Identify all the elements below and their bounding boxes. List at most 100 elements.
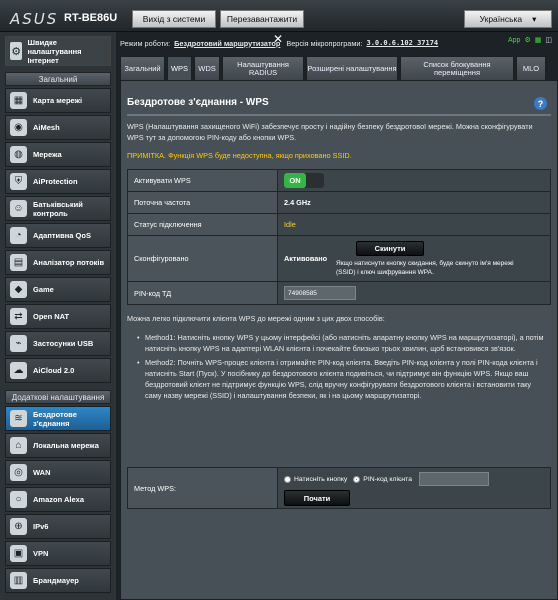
sidebar-item-label: AiMesh: [33, 123, 60, 132]
wan-icon: ◎: [10, 464, 27, 481]
wps-panel: Бездротове з'єднання - WPS ? WPS (Налашт…: [120, 80, 558, 600]
sidebar-item-open-nat[interactable]: ⇄ Open NAT: [5, 304, 111, 329]
mode-value-link[interactable]: Бездротовий маршрутизатор: [174, 39, 280, 48]
wps-method-table: Метод WPS: Натисніть кнопку PIN-код кліє…: [127, 467, 551, 509]
lan-icon: ⌂: [10, 437, 27, 454]
sidebar-item-firewall[interactable]: ▥ Брандмауер: [5, 568, 111, 593]
tab-wds[interactable]: WDS: [194, 56, 220, 80]
table-row: Статус підключення Idle: [128, 214, 550, 236]
close-icon[interactable]: ✕: [271, 32, 285, 46]
sidebar-item-wan[interactable]: ◎ WAN: [5, 460, 111, 485]
sidebar-item-aicloud[interactable]: ☁ AiCloud 2.0: [5, 358, 111, 383]
aicloud-icon: ☁: [10, 362, 27, 379]
sidebar-item-label: VPN: [33, 549, 49, 558]
app-label[interactable]: App: [508, 37, 520, 44]
sidebar-item-vpn[interactable]: ▣ VPN: [5, 541, 111, 566]
sidebar-item-game[interactable]: ◆ Game: [5, 277, 111, 302]
frequency-value: 2.4 GHz: [278, 192, 550, 213]
aiprotection-icon: ⛨: [10, 173, 27, 190]
tab-roaming-block-list[interactable]: Список блокування переміщення: [400, 56, 514, 80]
firmware-value-link[interactable]: 3.0.0.6.102_37174: [367, 39, 439, 47]
firmware-label: Версія мікропрограми:: [286, 38, 363, 48]
traffic-analyzer-icon: ▤: [10, 254, 27, 271]
quick-setup-icon: ⚙: [10, 42, 23, 60]
sidebar-item-lan[interactable]: ⌂ Локальна мережа: [5, 433, 111, 458]
push-button-option-label: Натисніть кнопку: [294, 475, 348, 483]
status-bar: Режим роботи: Бездротовий маршрутизатор …: [120, 36, 558, 50]
chevron-down-icon: ▾: [532, 13, 537, 24]
firewall-icon: ▥: [10, 572, 27, 589]
ipv6-icon: ⊕: [10, 518, 27, 535]
sidebar-item-label: Бездротове з'єднання: [33, 409, 77, 428]
tab-advanced-settings[interactable]: Розширені налаштування: [306, 56, 398, 80]
reset-hint: Якщо натиснути кнопку скидання, буде ски…: [336, 260, 514, 276]
start-button[interactable]: Почати: [284, 490, 350, 506]
open-nat-icon: ⇄: [10, 308, 27, 325]
table-row: Метод WPS: Натисніть кнопку PIN-код кліє…: [128, 468, 550, 508]
language-value: Українська: [479, 14, 523, 24]
tab-mlo[interactable]: MLO: [516, 56, 546, 80]
enable-wps-toggle[interactable]: ON: [284, 173, 324, 188]
connection-status-value: Idle: [278, 214, 550, 235]
method1-text: Method1: Натисніть кнопку WPS у цьому ін…: [137, 332, 547, 354]
sidebar-item-label: Amazon Alexa: [33, 495, 84, 504]
wps-settings-table: Активувати WPS ON Поточна частота 2.4 GH…: [127, 169, 551, 305]
tab-general[interactable]: Загальний: [120, 56, 165, 80]
table-row: Активувати WPS ON: [128, 170, 550, 192]
sidebar-item-label: Open NAT: [33, 312, 70, 321]
status-icons: App ⚙ ▦ ◫: [508, 36, 552, 45]
sidebar-item-wireless[interactable]: ≋ Бездротове з'єднання: [5, 406, 111, 431]
sidebar-item-network-map[interactable]: ▦ Карта мережі: [5, 88, 111, 113]
tab-wps[interactable]: WPS: [167, 56, 192, 80]
guest-network-icon: ◍: [10, 146, 27, 163]
aimesh-icon: ◉: [10, 119, 27, 136]
sidebar-item-aimesh[interactable]: ◉ AiMesh: [5, 115, 111, 140]
sidebar-item-aiprotection[interactable]: ⛨ AiProtection: [5, 169, 111, 194]
alexa-icon: ○: [10, 491, 27, 508]
sidebar-item-label: WAN: [33, 468, 51, 477]
sidebar-item-label: IPv6: [33, 522, 49, 531]
quick-setup-button[interactable]: ⚙ Швидке налаштування Інтернет: [5, 36, 111, 66]
model-name: RT-BE86U: [64, 12, 118, 24]
game-icon: ◆: [10, 281, 27, 298]
sidebar-item-traffic-analyzer[interactable]: ▤ Аналізатор потоків: [5, 250, 111, 275]
ap-pin-value: 74908585: [284, 286, 356, 300]
enable-wps-label: Активувати WPS: [128, 170, 278, 191]
configured-value: Активовано: [284, 254, 328, 263]
client-pin-input[interactable]: [419, 472, 489, 486]
sidebar-item-ipv6[interactable]: ⊕ IPv6: [5, 514, 111, 539]
table-row: Поточна частота 2.4 GHz: [128, 192, 550, 214]
quick-setup-label: Швидке налаштування Інтернет: [27, 37, 82, 65]
usb-status-icon[interactable]: ▦: [535, 36, 542, 44]
reset-button[interactable]: Скинути: [356, 241, 424, 256]
sidebar-item-label: Карта мережі: [33, 96, 83, 105]
wireless-icon: ≋: [10, 410, 27, 427]
frequency-label: Поточна частота: [128, 192, 278, 213]
sidebar-item-label: Застосунки USB: [33, 339, 94, 348]
page-title: Бездротове з'єднання - WPS: [127, 97, 269, 108]
logout-button[interactable]: Вихід з системи: [132, 10, 216, 28]
method2-text: Method2: Почніть WPS-процес клієнта і от…: [137, 357, 547, 401]
sidebar-item-usb[interactable]: ⌁ Застосунки USB: [5, 331, 111, 356]
table-row: PIN-код ТД 74908585: [128, 282, 550, 304]
usb-icon: ⌁: [10, 335, 27, 352]
notification-icon[interactable]: ◫: [545, 36, 552, 44]
sidebar-item-label: AiProtection: [33, 177, 78, 186]
push-button-radio[interactable]: [284, 475, 291, 483]
sidebar-item-alexa[interactable]: ○ Amazon Alexa: [5, 487, 111, 512]
configured-label: Сконфігуровано: [128, 236, 278, 281]
sidebar-item-parental-control[interactable]: ☺ Батьківський контроль: [5, 196, 111, 221]
language-select[interactable]: Українська ▾: [464, 10, 552, 28]
sidebar-item-label: AiCloud 2.0: [33, 366, 75, 375]
mode-label: Режим роботи:: [120, 38, 171, 48]
sidebar-item-qos[interactable]: ◔ Адаптивна QoS: [5, 223, 111, 248]
network-status-icon[interactable]: ⚙: [524, 36, 530, 44]
advanced-section-title: Додаткові налаштування: [5, 390, 111, 404]
reboot-button[interactable]: Перезавантажити: [220, 10, 304, 28]
main-content: Режим роботи: Бездротовий маршрутизатор …: [118, 32, 558, 600]
parental-control-icon: ☺: [10, 200, 27, 217]
sidebar-item-guest-network[interactable]: ◍ Мережа: [5, 142, 111, 167]
help-icon[interactable]: ?: [534, 97, 547, 110]
tab-radius[interactable]: Налаштування RADIUS: [222, 56, 304, 80]
client-pin-radio[interactable]: [353, 475, 361, 483]
